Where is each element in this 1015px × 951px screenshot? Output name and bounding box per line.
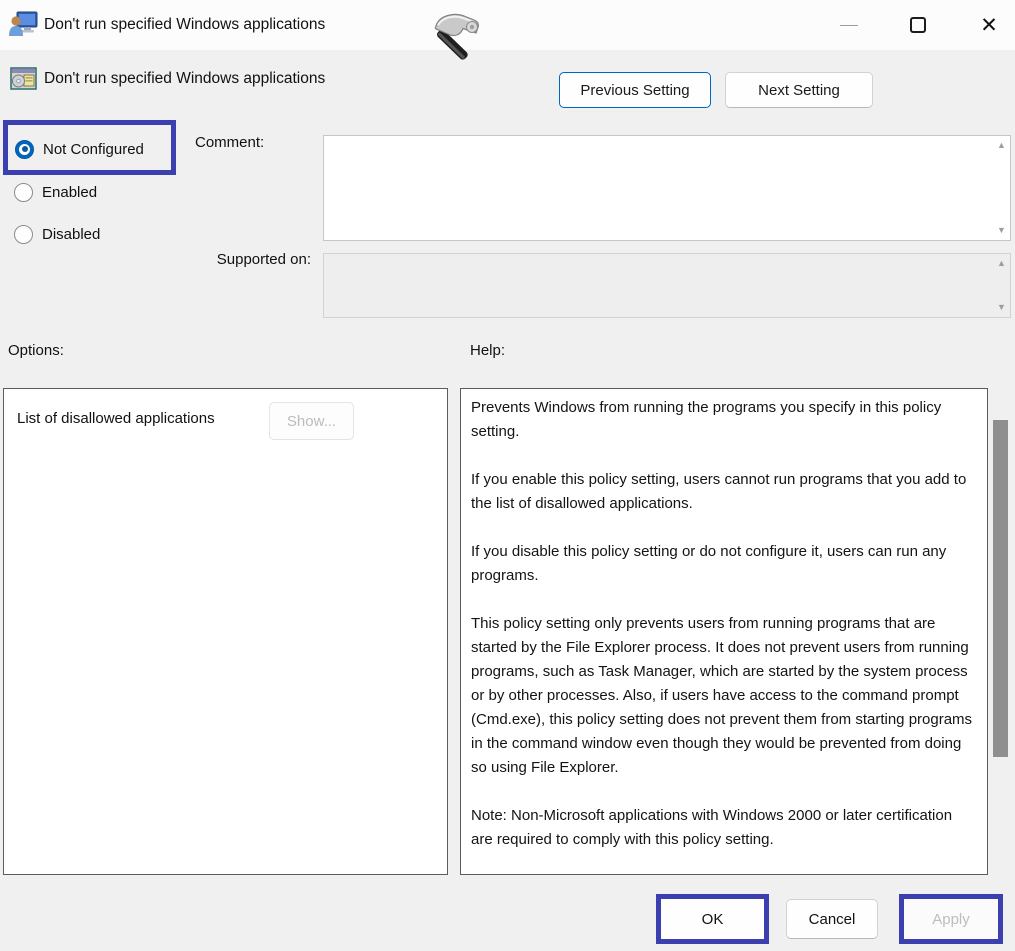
radio-disabled-label: Disabled	[42, 226, 100, 243]
scroll-down-icon[interactable]: ▼	[997, 303, 1006, 312]
minimize-button[interactable]	[826, 0, 872, 50]
window-title: Don't run specified Windows applications	[44, 0, 325, 50]
minimize-icon	[840, 25, 858, 26]
hammer-cursor-icon	[422, 10, 484, 62]
supported-on-input	[324, 254, 1010, 317]
scroll-up-icon[interactable]: ▲	[997, 259, 1006, 268]
radio-disabled[interactable]: Disabled	[14, 224, 100, 244]
supported-scroll-strip: ▲ ▼	[993, 254, 1010, 317]
close-icon: ✕	[980, 15, 998, 36]
help-paragraph: If you enable this policy setting, users…	[471, 468, 977, 516]
maximize-icon	[910, 17, 926, 33]
help-paragraph: If you disable this policy setting or do…	[471, 540, 977, 588]
group-policy-user-icon	[8, 11, 38, 38]
close-button[interactable]: ✕	[966, 0, 1012, 50]
policy-dialog-window: Don't run specified Windows applications…	[0, 0, 1015, 951]
radio-disabled-circle[interactable]	[14, 225, 33, 244]
help-paragraph: Prevents Windows from running the progra…	[471, 396, 977, 444]
annotation-highlight-ok: OK	[656, 894, 769, 944]
supported-on-box: ▲ ▼	[323, 253, 1011, 318]
supported-on-label: Supported on:	[150, 251, 311, 268]
apply-button[interactable]: Apply	[904, 899, 998, 939]
maximize-button[interactable]	[895, 0, 941, 50]
help-paragraph: Note: Non-Microsoft applications with Wi…	[471, 804, 977, 852]
next-setting-button[interactable]: Next Setting	[725, 72, 873, 108]
policy-setting-icon	[10, 66, 37, 91]
comment-scroll-strip: ▲ ▼	[993, 136, 1010, 240]
annotation-highlight-not-configured	[3, 120, 176, 175]
ok-button[interactable]: OK	[661, 899, 764, 939]
annotation-highlight-apply: Apply	[899, 894, 1003, 944]
help-section-label: Help:	[470, 342, 505, 359]
cancel-button[interactable]: Cancel	[786, 899, 878, 939]
options-panel: List of disallowed applications Show...	[3, 388, 448, 875]
titlebar: Don't run specified Windows applications…	[0, 0, 1015, 50]
comment-input[interactable]	[324, 136, 1010, 240]
help-scrollbar-thumb[interactable]	[993, 420, 1008, 757]
comment-box: ▲ ▼	[323, 135, 1011, 241]
scroll-down-icon[interactable]: ▼	[997, 226, 1006, 235]
radio-enabled[interactable]: Enabled	[14, 182, 97, 202]
disallowed-apps-label: List of disallowed applications	[17, 410, 215, 427]
radio-enabled-circle[interactable]	[14, 183, 33, 202]
show-button[interactable]: Show...	[269, 402, 354, 440]
comment-label: Comment:	[195, 134, 264, 151]
help-text: Prevents Windows from running the progra…	[461, 389, 987, 874]
radio-enabled-label: Enabled	[42, 184, 97, 201]
options-section-label: Options:	[8, 342, 64, 359]
help-panel: Prevents Windows from running the progra…	[460, 388, 988, 875]
help-paragraph: This policy setting only prevents users …	[471, 612, 977, 780]
previous-setting-button[interactable]: Previous Setting	[559, 72, 711, 108]
policy-title: Don't run specified Windows applications	[44, 70, 325, 88]
scroll-up-icon[interactable]: ▲	[997, 141, 1006, 150]
